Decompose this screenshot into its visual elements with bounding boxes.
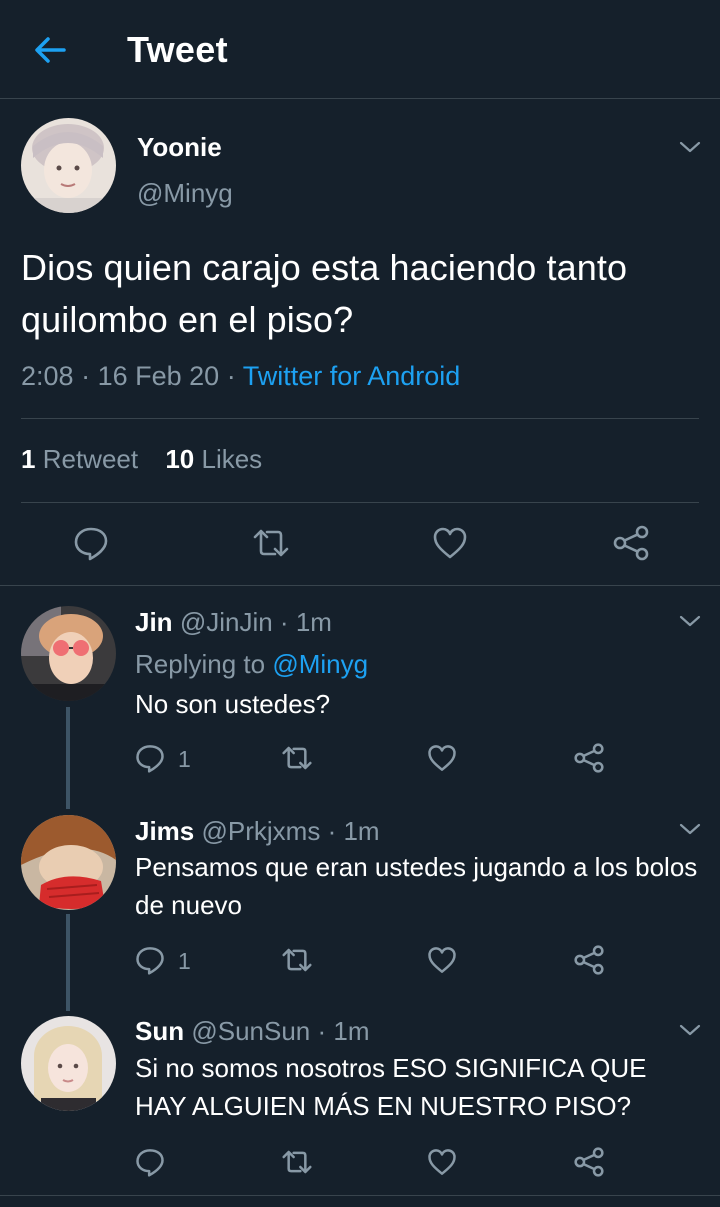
speech-bubble-icon: [136, 745, 164, 773]
heart-icon: [428, 745, 456, 771]
meta-separator: ·: [279, 607, 289, 637]
tweet-text: Dios quien carajo esta haciendo tanto qu…: [21, 247, 628, 340]
likes-label: Likes: [201, 444, 263, 474]
tweet-source-link[interactable]: Twitter for Android: [243, 361, 461, 391]
reply-button[interactable]: [135, 945, 165, 980]
author-name[interactable]: Jin: [135, 607, 173, 637]
top-bar: Tweet: [0, 0, 720, 99]
avatar[interactable]: [21, 1016, 116, 1111]
reply-button[interactable]: [135, 743, 165, 778]
author-handle[interactable]: @Minyg: [137, 178, 233, 209]
tweet-date: 16 Feb 20: [97, 361, 220, 391]
reply-actions: 1: [0, 741, 720, 781]
reply-time: 1m: [343, 816, 380, 846]
retweet-icon: [282, 1150, 312, 1174]
author-handle[interactable]: @SunSun: [191, 1016, 310, 1046]
retweet-icon: [282, 746, 312, 770]
share-icon: [613, 525, 649, 561]
share-button[interactable]: [573, 1147, 605, 1182]
tweet-menu-button[interactable]: [678, 1022, 702, 1038]
page-title: Tweet: [127, 29, 228, 70]
replying-to: Replying to @Minyg: [135, 649, 368, 680]
likes-stat[interactable]: 10 Likes: [165, 444, 262, 475]
tweet-meta: 2:08 · 16 Feb 20 · Twitter for Android: [21, 361, 460, 392]
reply-tweet[interactable]: Jin @JinJin · 1m Replying to @Minyg No s…: [0, 586, 720, 796]
reply-count: 1: [178, 746, 191, 772]
like-button[interactable]: [427, 743, 457, 778]
share-icon: [574, 1147, 604, 1177]
replying-to-link[interactable]: @Minyg: [272, 649, 368, 679]
retweet-button[interactable]: [280, 743, 314, 778]
reply-time: 1m: [333, 1016, 370, 1046]
author-name[interactable]: Yoonie: [137, 132, 222, 163]
author-name[interactable]: Sun: [135, 1016, 184, 1046]
arrow-left-icon: [35, 37, 66, 63]
divider: [21, 502, 699, 503]
reply-tweet[interactable]: Sun @SunSun · 1m Si no somos nosotros ES…: [0, 998, 720, 1195]
share-button[interactable]: [573, 743, 605, 778]
tweet-menu-button[interactable]: [678, 613, 702, 629]
reply-text: No son ustedes?: [135, 689, 331, 719]
like-button[interactable]: [432, 525, 468, 566]
share-icon: [574, 743, 604, 773]
retweet-button[interactable]: [280, 945, 314, 980]
meta-separator: ·: [226, 361, 236, 391]
tweet-actions: [0, 517, 720, 569]
heart-icon: [428, 947, 456, 973]
tweet-menu-button[interactable]: [678, 139, 702, 155]
tweet-time: 2:08: [21, 361, 74, 391]
chevron-down-icon: [679, 1024, 701, 1036]
heart-icon: [428, 1149, 456, 1175]
tweet-stats: 1 Retweet 10 Likes: [21, 444, 282, 475]
reply-time: 1m: [295, 607, 332, 637]
avatar[interactable]: [21, 118, 116, 213]
chevron-down-icon: [679, 615, 701, 627]
chevron-down-icon: [679, 823, 701, 835]
likes-count: 10: [165, 444, 195, 474]
speech-bubble-icon: [136, 947, 164, 975]
reply-header: Sun @SunSun · 1m: [135, 1016, 370, 1047]
retweets-label: Retweet: [42, 444, 139, 474]
reply-text: Pensamos que eran ustedes jugando a los …: [135, 852, 698, 920]
tweet-menu-button[interactable]: [678, 821, 702, 837]
reply-count: 1: [178, 948, 191, 974]
meta-separator: ·: [327, 816, 337, 846]
speech-bubble-icon: [136, 1149, 164, 1177]
replying-label: Replying to: [135, 649, 266, 679]
reply-actions: 1: [0, 943, 720, 983]
like-button[interactable]: [427, 945, 457, 980]
reply-tweet[interactable]: Jims @Prkjxms · 1m Pensamos que eran ust…: [0, 796, 720, 998]
heart-icon: [433, 527, 467, 559]
reply-button[interactable]: [135, 1147, 165, 1182]
author-handle[interactable]: @JinJin: [180, 607, 273, 637]
reply-header: Jin @JinJin · 1m: [135, 607, 332, 638]
chevron-down-icon: [679, 141, 701, 153]
reply-button[interactable]: [73, 525, 109, 566]
speech-bubble-icon: [74, 527, 108, 561]
share-button[interactable]: [573, 945, 605, 980]
divider: [21, 418, 699, 419]
reply-actions: [0, 1145, 720, 1185]
retweet-icon: [282, 948, 312, 972]
reply-header: Jims @Prkjxms · 1m: [135, 816, 380, 847]
back-button[interactable]: [28, 30, 72, 70]
meta-separator: ·: [317, 1016, 327, 1046]
retweets-count: 1: [21, 444, 36, 474]
meta-separator: ·: [81, 361, 91, 391]
avatar[interactable]: [21, 815, 116, 910]
retweet-button[interactable]: [280, 1147, 314, 1182]
reply-text: Si no somos nosotros ESO SIGNIFICA QUE H…: [135, 1053, 647, 1121]
main-tweet: Yoonie @Minyg Dios quien carajo esta hac…: [0, 99, 720, 586]
avatar[interactable]: [21, 606, 116, 701]
author-name[interactable]: Jims: [135, 816, 194, 846]
retweets-stat[interactable]: 1 Retweet: [21, 444, 138, 475]
author-handle[interactable]: @Prkjxms: [202, 816, 321, 846]
share-button[interactable]: [612, 525, 650, 566]
retweet-button[interactable]: [251, 525, 291, 566]
divider: [0, 1195, 720, 1196]
share-icon: [574, 945, 604, 975]
like-button[interactable]: [427, 1147, 457, 1182]
retweet-icon: [253, 529, 289, 557]
